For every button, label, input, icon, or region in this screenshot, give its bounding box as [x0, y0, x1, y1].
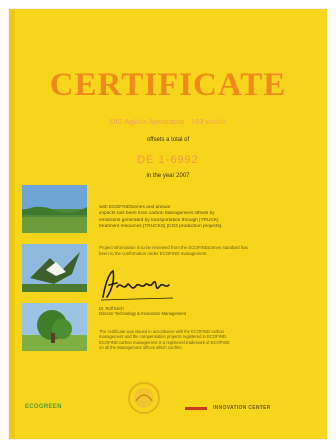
recipient-line: DIS Aglaila Akwaracisi - 193 wosils [110, 117, 226, 126]
bird-photo [22, 244, 87, 292]
confirmation-text: Project information is to be reviewed fr… [99, 245, 309, 257]
offsets-label: offsets a total of [146, 137, 190, 143]
innovation-center-label: INNOVATION CENTER [213, 405, 271, 411]
offset-amount: DE 1-6992 [137, 154, 199, 166]
signatory-info: Dr. Rolf Erich Director Technology & Inn… [99, 306, 186, 317]
body-line: treatment resources [TRUCKS] [CO2 produc… [99, 224, 223, 230]
logo-bar-icon [185, 406, 207, 410]
ecogreen-logo: ECOGREEN [25, 404, 62, 410]
footnote-text: The certificate was issued in accordance… [99, 329, 299, 351]
year-line: in the year 2007 [146, 173, 190, 179]
landscape-photo [22, 185, 87, 233]
innovation-center-logo: INNOVATION CENTER [185, 405, 271, 411]
seal-emblem [127, 381, 161, 420]
photo-column [22, 185, 87, 362]
signatory-title: Director Technology & Innovation Managem… [99, 311, 186, 317]
certificate-title: CERTIFICATE [49, 67, 287, 103]
confirmation-line: been to the confirmation under ECOFIND m… [99, 251, 208, 256]
footnote-line: on all the Management offices which conf… [99, 345, 183, 351]
certificate-body: with ECOFINDtonnes and annual impacts ha… [99, 205, 309, 231]
tree-photo [22, 303, 87, 351]
certificate-sheet: CERTIFICATE DIS Aglaila Akwaracisi - 193… [9, 9, 327, 439]
handwritten-signature [95, 267, 205, 308]
